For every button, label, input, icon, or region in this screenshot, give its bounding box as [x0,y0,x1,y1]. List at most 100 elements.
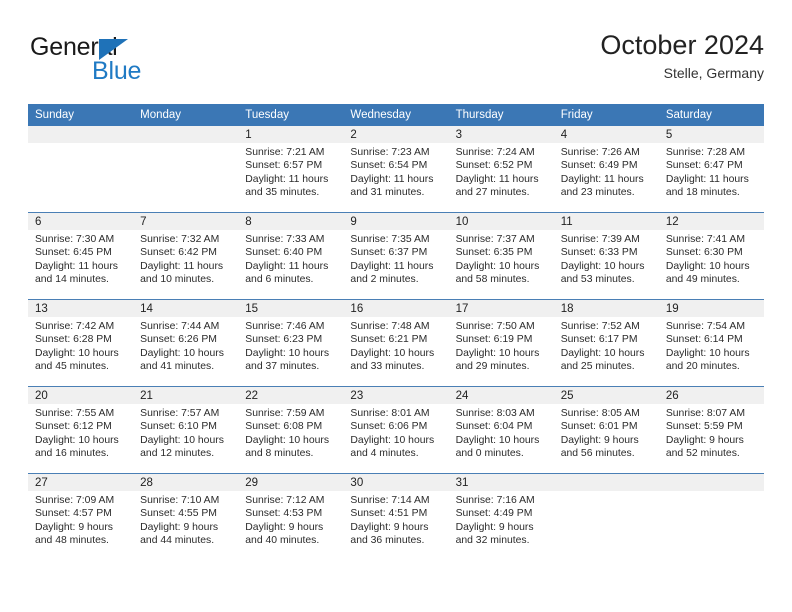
title-block: October 2024 Stelle, Germany [600,28,764,84]
calendar-day-cell[interactable]: 28 Sunrise: 7:10 AM Sunset: 4:55 PM Dayligh… [133,473,239,560]
calendar-day-cell[interactable]: 5 Sunrise: 7:28 AM Sunset: 6:47 PM Daylight… [658,126,764,213]
daylight-text: Daylight: 10 hours and 58 minutes. [455,260,540,286]
calendar-day-cell[interactable]: 26 Sunrise: 8:07 AM Sunset: 5:59 PM Dayligh… [658,386,764,474]
sunset-text: Sunset: 6:17 PM [560,334,638,346]
sunrise-text: Sunrise: 8:03 AM [455,408,535,419]
sunrise-text: Sunrise: 7:42 AM [35,321,115,332]
calendar-day-cell[interactable]: 1 Sunrise: 7:21 AM Sunset: 6:57 PM Daylight… [238,126,344,213]
day-sun-info: Sunrise: 7:24 AM Sunset: 6:52 PM Daylight:… [449,143,554,200]
day-sun-info: Sunrise: 7:50 AM Sunset: 6:19 PM Daylight:… [449,317,554,374]
weekday-header-monday: Monday [133,104,239,126]
calendar-day-cell[interactable]: 23 Sunrise: 8:01 AM Sunset: 6:06 PM Dayligh… [343,386,449,474]
sunrise-text: Sunrise: 7:16 AM [455,495,535,506]
sunrise-text: Sunrise: 8:07 AM [665,408,745,419]
daylight-text: Daylight: 10 hours and 53 minutes. [560,260,645,286]
sunrise-text: Sunrise: 8:01 AM [350,408,430,419]
calendar-day-cell[interactable]: 18 Sunrise: 7:52 AM Sunset: 6:17 PM Dayligh… [553,299,659,387]
day-sun-info: Sunrise: 7:44 AM Sunset: 6:26 PM Daylight:… [133,317,238,374]
daylight-text: Daylight: 10 hours and 16 minutes. [35,434,119,460]
day-cell-content [553,474,659,560]
day-number [28,126,134,143]
calendar-day-cell[interactable]: 13 Sunrise: 7:42 AM Sunset: 6:28 PM Dayligh… [28,299,134,387]
calendar-day-cell[interactable]: 24 Sunrise: 8:03 AM Sunset: 6:04 PM Dayligh… [448,386,554,474]
day-sun-info: Sunrise: 7:35 AM Sunset: 6:37 PM Daylight:… [343,230,448,287]
sunrise-text: Sunrise: 7:59 AM [245,408,325,419]
general-blue-logo[interactable]: General Blue [30,34,260,90]
day-number: 20 [28,387,134,404]
day-cell-content: 4 Sunrise: 7:26 AM Sunset: 6:49 PM Daylight… [553,126,659,212]
daylight-text: Daylight: 11 hours and 2 minutes. [350,260,434,286]
day-cell-content: 14 Sunrise: 7:44 AM Sunset: 6:26 PM Dayligh… [133,300,239,386]
sunrise-text: Sunrise: 7:30 AM [35,234,115,245]
day-number: 18 [553,300,659,317]
calendar-header-row: Sunday Monday Tuesday Wednesday Thursday Frid… [28,104,764,126]
day-sun-info: Sunrise: 7:48 AM Sunset: 6:21 PM Daylight:… [343,317,448,374]
sunset-text: Sunset: 6:10 PM [140,421,217,433]
sunset-text: Sunset: 6:35 PM [455,247,533,259]
day-cell-content: 12 Sunrise: 7:41 AM Sunset: 6:30 PM Dayligh… [658,213,764,299]
calendar-day-cell[interactable]: 4 Sunrise: 7:26 AM Sunset: 6:49 PM Daylight… [553,126,659,213]
day-number: 13 [28,300,134,317]
daylight-text: Daylight: 9 hours and 56 minutes. [560,434,639,460]
day-number: 25 [553,387,659,404]
calendar-day-cell[interactable]: 16 Sunrise: 7:48 AM Sunset: 6:21 PM Dayligh… [343,299,449,387]
day-number: 12 [658,213,764,230]
daylight-text: Daylight: 11 hours and 27 minutes. [455,173,539,199]
sunset-text: Sunset: 6:45 PM [35,247,112,259]
day-cell-content: 23 Sunrise: 8:01 AM Sunset: 6:06 PM Dayligh… [343,387,449,473]
calendar-week-row: 20 Sunrise: 7:55 AM Sunset: 6:12 PM Dayligh… [28,386,764,474]
day-cell-content: 25 Sunrise: 8:05 AM Sunset: 6:01 PM Dayligh… [553,387,659,473]
calendar-day-cell[interactable]: 20 Sunrise: 7:55 AM Sunset: 6:12 PM Dayligh… [28,386,134,474]
day-number [133,126,239,143]
calendar-day-cell[interactable]: 29 Sunrise: 7:12 AM Sunset: 4:53 PM Dayligh… [238,473,344,560]
day-sun-info: Sunrise: 7:37 AM Sunset: 6:35 PM Daylight:… [449,230,554,287]
sunrise-text: Sunrise: 7:21 AM [245,147,325,158]
day-sun-info: Sunrise: 7:14 AM Sunset: 4:51 PM Daylight:… [343,491,448,548]
calendar-day-cell[interactable]: 3 Sunrise: 7:24 AM Sunset: 6:52 PM Daylight… [448,126,554,213]
calendar-day-cell[interactable]: 6 Sunrise: 7:30 AM Sunset: 6:45 PM Daylight… [28,212,134,300]
day-cell-content: 28 Sunrise: 7:10 AM Sunset: 4:55 PM Dayligh… [133,474,239,560]
weekday-header-tuesday: Tuesday [238,104,344,126]
calendar-day-cell[interactable]: 12 Sunrise: 7:41 AM Sunset: 6:30 PM Dayligh… [658,212,764,300]
calendar-week-row: 13 Sunrise: 7:42 AM Sunset: 6:28 PM Dayligh… [28,299,764,387]
calendar-day-cell[interactable]: 10 Sunrise: 7:37 AM Sunset: 6:35 PM Dayligh… [448,212,554,300]
sunset-text: Sunset: 6:37 PM [350,247,428,259]
day-cell-content: 24 Sunrise: 8:03 AM Sunset: 6:04 PM Dayligh… [448,387,554,473]
calendar-day-cell[interactable]: 27 Sunrise: 7:09 AM Sunset: 4:57 PM Dayligh… [28,473,134,560]
daylight-text: Daylight: 10 hours and 45 minutes. [35,347,119,373]
calendar-day-cell[interactable]: 21 Sunrise: 7:57 AM Sunset: 6:10 PM Dayligh… [133,386,239,474]
weekday-header: Sunday Monday Tuesday Wednesday Thursday Frid… [28,104,764,126]
day-cell-content: 10 Sunrise: 7:37 AM Sunset: 6:35 PM Dayligh… [448,213,554,299]
sunrise-text: Sunrise: 7:57 AM [140,408,220,419]
day-cell-content: 15 Sunrise: 7:46 AM Sunset: 6:23 PM Dayligh… [238,300,344,386]
calendar-day-cell[interactable]: 14 Sunrise: 7:44 AM Sunset: 6:26 PM Dayligh… [133,299,239,387]
calendar-day-cell[interactable]: 22 Sunrise: 7:59 AM Sunset: 6:08 PM Dayligh… [238,386,344,474]
sunset-text: Sunset: 6:33 PM [560,247,638,259]
sunset-text: Sunset: 6:14 PM [665,334,743,346]
day-number: 17 [448,300,554,317]
calendar-page: General Blue October 2024 Stelle, German… [0,0,792,612]
calendar-day-cell[interactable]: 11 Sunrise: 7:39 AM Sunset: 6:33 PM Dayligh… [553,212,659,300]
day-sun-info: Sunrise: 7:39 AM Sunset: 6:33 PM Daylight:… [554,230,659,287]
sunset-text: Sunset: 6:06 PM [350,421,428,433]
day-number: 16 [343,300,449,317]
calendar-day-cell[interactable]: 8 Sunrise: 7:33 AM Sunset: 6:40 PM Daylight… [238,212,344,300]
calendar-day-cell[interactable]: 9 Sunrise: 7:35 AM Sunset: 6:37 PM Daylight… [343,212,449,300]
calendar-day-cell[interactable]: 19 Sunrise: 7:54 AM Sunset: 6:14 PM Dayligh… [658,299,764,387]
weekday-header-sunday: Sunday [28,104,134,126]
calendar-day-cell[interactable]: 7 Sunrise: 7:32 AM Sunset: 6:42 PM Daylight… [133,212,239,300]
day-sun-info: Sunrise: 7:41 AM Sunset: 6:30 PM Daylight:… [659,230,764,287]
calendar-day-cell[interactable]: 31 Sunrise: 7:16 AM Sunset: 4:49 PM Dayligh… [448,473,554,560]
calendar-day-cell[interactable]: 30 Sunrise: 7:14 AM Sunset: 4:51 PM Dayligh… [343,473,449,560]
sunrise-text: Sunrise: 7:23 AM [350,147,430,158]
sunset-text: Sunset: 6:49 PM [560,160,638,172]
sunset-text: Sunset: 6:28 PM [35,334,112,346]
calendar-day-cell[interactable]: 25 Sunrise: 8:05 AM Sunset: 6:01 PM Dayligh… [553,386,659,474]
day-cell-content: 13 Sunrise: 7:42 AM Sunset: 6:28 PM Dayligh… [28,300,134,386]
calendar-day-cell[interactable]: 15 Sunrise: 7:46 AM Sunset: 6:23 PM Dayligh… [238,299,344,387]
calendar-day-cell[interactable]: 2 Sunrise: 7:23 AM Sunset: 6:54 PM Daylight… [343,126,449,213]
calendar-day-cell[interactable]: 17 Sunrise: 7:50 AM Sunset: 6:19 PM Dayligh… [448,299,554,387]
day-sun-info: Sunrise: 7:42 AM Sunset: 6:28 PM Daylight:… [28,317,133,374]
sunrise-text: Sunrise: 7:33 AM [245,234,325,245]
day-sun-info: Sunrise: 8:01 AM Sunset: 6:06 PM Daylight:… [343,404,448,461]
